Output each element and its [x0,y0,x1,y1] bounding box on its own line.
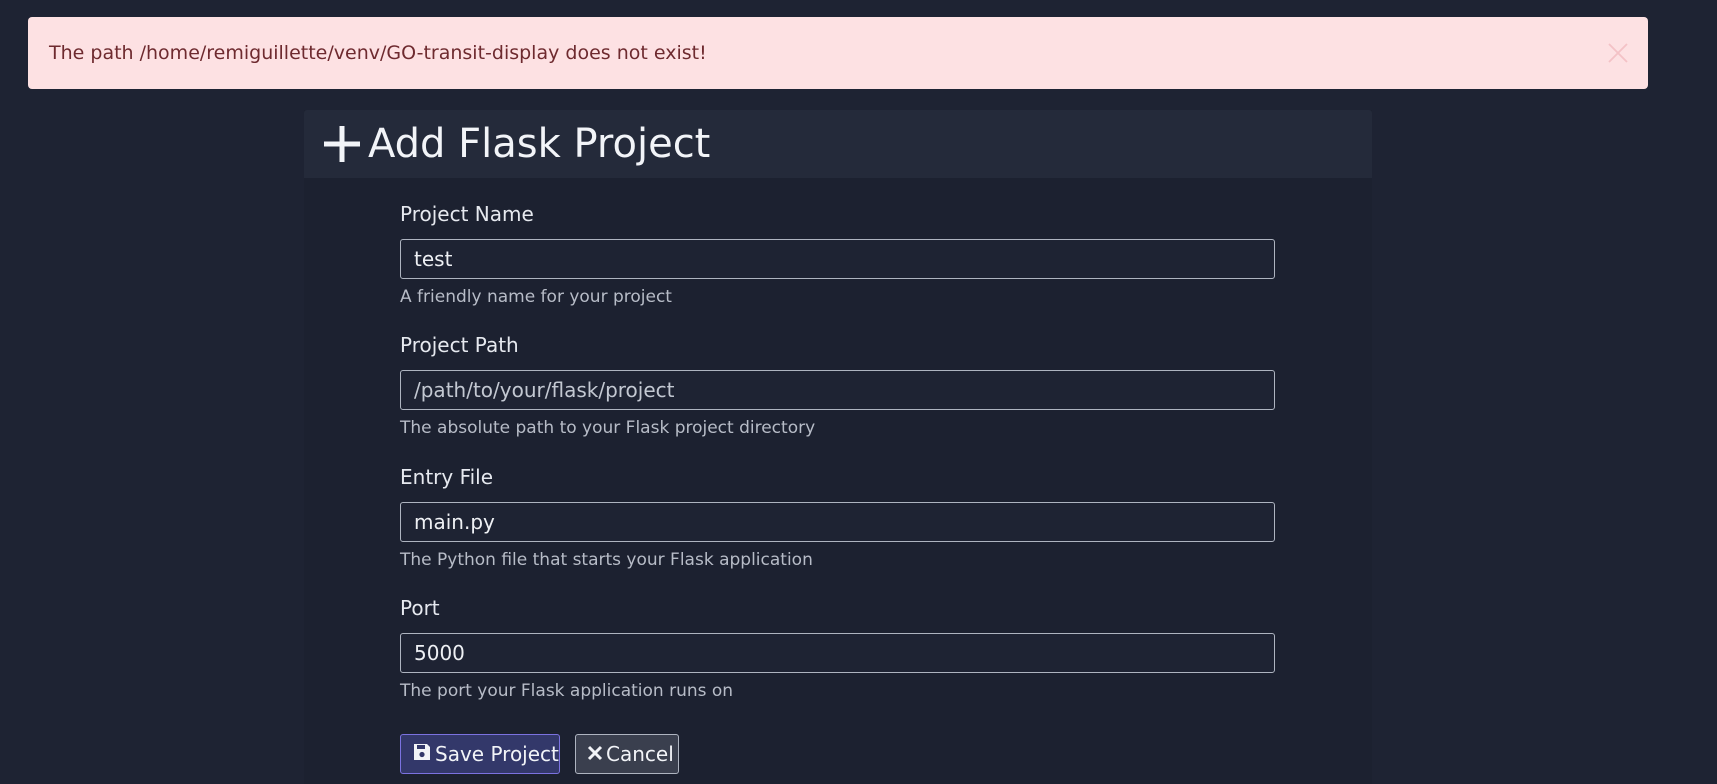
save-project-button[interactable]: Save Project [400,734,560,774]
port-label: Port [400,596,440,620]
error-alert: The path /home/remiguillette/venv/GO-tra… [28,17,1648,89]
project-name-help: A friendly name for your project [400,287,672,307]
cancel-button[interactable]: Cancel [575,734,679,774]
save-project-label: Save Project [435,742,559,766]
plus-icon [323,125,361,163]
x-icon [587,742,606,766]
cancel-label: Cancel [606,742,674,766]
floppy-disk-icon [412,742,435,767]
project-name-input[interactable] [400,239,1275,279]
project-name-label: Project Name [400,202,534,226]
entry-file-label: Entry File [400,465,494,489]
project-path-input[interactable] [400,370,1275,410]
project-path-help: The absolute path to your Flask project … [400,418,816,438]
entry-file-input[interactable] [400,502,1275,542]
project-path-label: Project Path [400,333,519,357]
close-icon[interactable] [1606,41,1630,65]
page-title: Add Flask Project [368,121,711,167]
port-input[interactable] [400,633,1275,673]
entry-file-help: The Python file that starts your Flask a… [400,550,813,570]
card-header: Add Flask Project [304,110,1372,178]
port-help: The port your Flask application runs on [400,681,734,701]
alert-message: The path /home/remiguillette/venv/GO-tra… [49,42,707,64]
